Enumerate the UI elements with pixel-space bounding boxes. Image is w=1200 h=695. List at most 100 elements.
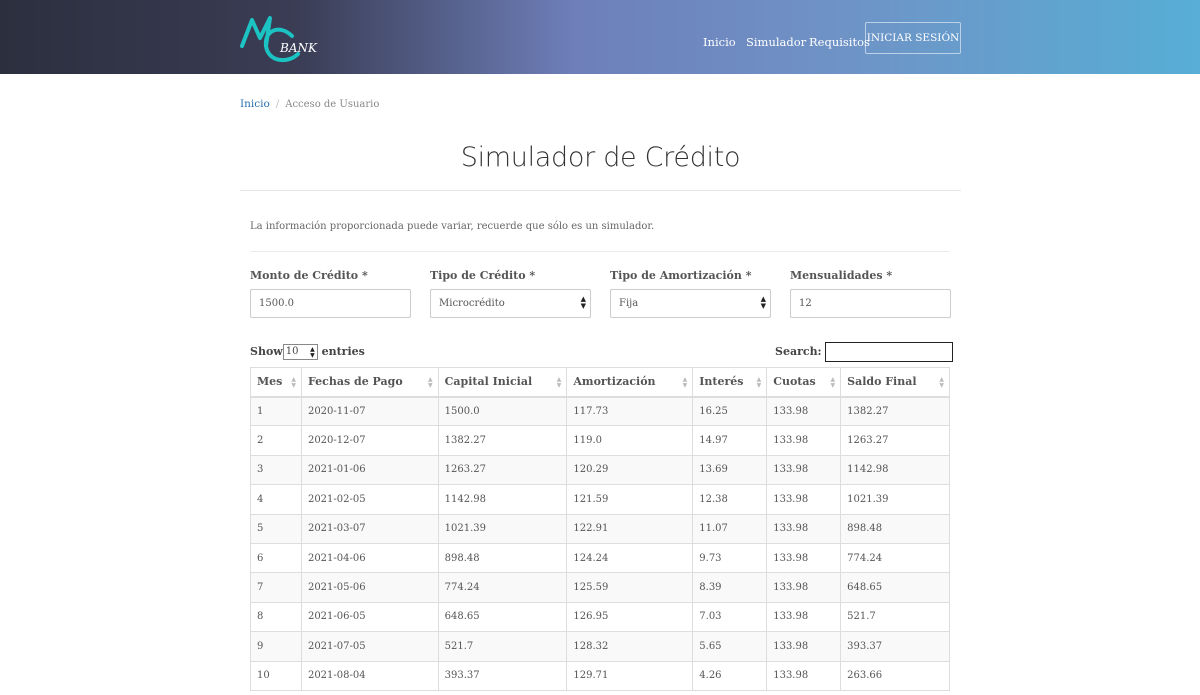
tipo-amortizacion-field: Tipo de Amortización * Fija ▲ ▼ (610, 269, 771, 318)
column-header-cuotas[interactable]: Cuotas ▲ ▼ (766, 367, 842, 398)
tipo-credito-select[interactable]: Microcrédito ▲ ▼ (430, 289, 591, 318)
breadcrumb-home[interactable]: Inicio (240, 98, 270, 110)
monto-input[interactable]: 1500.0 (250, 289, 411, 318)
column-header-capital[interactable]: Capital Inicial ▲ ▼ (437, 367, 568, 398)
table-cell: 10 (250, 660, 302, 691)
nav-requisitos[interactable]: Requisitos (809, 22, 870, 54)
column-header-label: Interés (699, 375, 744, 389)
table-row: 6 2021-04-06 898.48 124.24 9.73 133.98 774.24 (250, 542, 950, 574)
column-header-saldo[interactable]: Saldo Final ▲ ▼ (840, 367, 950, 398)
table-cell: 2020-12-07 (300, 425, 439, 456)
table-row: 4 2021-02-05 1142.98 121.59 12.38 133.98 1021.… (250, 484, 950, 515)
table-cell: 1142.98 (437, 484, 568, 515)
table-cell: 898.48 (840, 513, 950, 544)
amortization-table: Mes ▲ ▼ Fechas de Pago ▲ ▼ Capital Inicial ▲ ▼… (250, 367, 950, 691)
table-cell: 2020-11-07 (300, 395, 439, 427)
table-row: 10 2021-08-04 393.37 129.71 4.26 133.98 263.66 (250, 660, 950, 691)
breadcrumb: Inicio / Acceso de Usuario (240, 98, 379, 110)
search-input[interactable] (824, 342, 953, 362)
mensualidades-input[interactable]: 12 (790, 289, 951, 318)
table-row: 1 2020-11-07 1500.0 117.73 16.25 133.98 1382.2… (250, 395, 950, 427)
sort-icon: ▲ ▼ (556, 376, 562, 389)
table-cell: 1142.98 (840, 454, 950, 486)
nav-inicio[interactable]: Inicio (703, 22, 736, 54)
table-cell: 12.38 (692, 484, 768, 515)
table-cell: 133.98 (766, 425, 842, 456)
table-cell: 2021-08-04 (300, 660, 439, 691)
search-control: Search: (775, 342, 953, 362)
table-cell: 9 (250, 631, 302, 662)
login-button[interactable]: INICIAR SESIÓN (865, 22, 961, 54)
breadcrumb-separator: / (275, 99, 280, 110)
table-body: 1 2020-11-07 1500.0 117.73 16.25 133.98 1382.2… (250, 395, 950, 691)
table-cell: 4.26 (692, 660, 768, 691)
table-cell: 393.37 (437, 660, 568, 691)
table-cell: 2021-03-07 (300, 513, 439, 544)
column-header-mes[interactable]: Mes ▲ ▼ (250, 367, 302, 398)
table-row: 7 2021-05-06 774.24 125.59 8.39 133.98 648.65 (250, 572, 950, 603)
column-header-fechas[interactable]: Fechas de Pago ▲ ▼ (300, 367, 439, 398)
column-header-label: Capital Inicial (444, 375, 533, 389)
nav-simulador[interactable]: Simulador (746, 22, 806, 54)
table-cell: 7 (250, 572, 302, 603)
monto-field: Monto de Crédito * 1500.0 (250, 269, 411, 318)
table-cell: 8.39 (692, 572, 768, 603)
page-title: Simulador de Crédito (460, 142, 741, 173)
table-cell: 133.98 (766, 601, 842, 633)
table-cell: 5 (250, 513, 302, 544)
table-cell: 393.37 (840, 631, 950, 662)
table-cell: 5.65 (692, 631, 768, 662)
table-header-row: Mes ▲ ▼ Fechas de Pago ▲ ▼ Capital Inicial ▲ ▼… (250, 367, 950, 398)
mensualidades-field: Mensualidades * 12 (790, 269, 951, 318)
table-cell: 133.98 (766, 572, 842, 603)
column-header-label: Saldo Final (847, 375, 917, 389)
tipo-credito-field: Tipo de Crédito * Microcrédito ▲ ▼ (430, 269, 591, 318)
table-cell: 124.24 (566, 542, 694, 574)
table-cell: 11.07 (692, 513, 768, 544)
breadcrumb-current: Acceso de Usuario (285, 99, 380, 110)
column-header-amortizacion[interactable]: Amortización ▲ ▼ (566, 367, 694, 398)
sort-icon: ▲ ▼ (756, 376, 762, 389)
main-nav: Inicio Simulador Requisitos INICIAR SESI… (0, 22, 1200, 54)
table-row: 9 2021-07-05 521.7 128.32 5.65 133.98 393.37 (250, 631, 950, 662)
column-header-label: Fechas de Pago (307, 375, 403, 389)
table-cell: 1263.27 (437, 454, 568, 486)
table-cell: 119.0 (566, 425, 694, 456)
table-cell: 7.03 (692, 601, 768, 633)
table-cell: 13.69 (692, 454, 768, 486)
table-cell: 1 (250, 395, 302, 427)
table-cell: 774.24 (437, 572, 568, 603)
table-cell: 774.24 (840, 542, 950, 574)
sort-icon: ▲ ▼ (291, 376, 296, 389)
column-header-label: Mes (257, 375, 283, 389)
table-cell: 263.66 (840, 660, 950, 691)
table-cell: 4 (250, 484, 302, 515)
select-arrows-icon: ▲ ▼ (580, 295, 586, 310)
entries-value: 10 (285, 346, 299, 357)
sort-icon: ▲ ▼ (830, 376, 836, 389)
select-arrows-icon: ▲ ▼ (760, 295, 766, 310)
table-cell: 1382.27 (437, 425, 568, 456)
tipo-amortizacion-select[interactable]: Fija ▲ ▼ (610, 289, 771, 318)
table-cell: 125.59 (566, 572, 694, 603)
table-cell: 521.7 (840, 601, 950, 633)
table-row: 3 2021-01-06 1263.27 120.29 13.69 133.98 1142.… (250, 454, 950, 486)
table-cell: 133.98 (766, 395, 842, 427)
table-cell: 133.98 (766, 660, 842, 691)
info-divider (250, 251, 950, 252)
column-header-interes[interactable]: Interés ▲ ▼ (692, 367, 768, 398)
table-cell: 2021-04-06 (300, 542, 439, 574)
table-row: 8 2021-06-05 648.65 126.95 7.03 133.98 521.7 (250, 601, 950, 633)
entries-control: Show 10 ▲ ▼ entries (250, 344, 365, 360)
table-cell: 14.97 (692, 425, 768, 456)
top-navbar: BANK Inicio Simulador Requisitos INICIAR… (0, 0, 1200, 74)
entries-select[interactable]: 10 ▲ ▼ (282, 344, 318, 360)
table-cell: 2021-05-06 (300, 572, 439, 603)
column-header-label: Amortización (573, 375, 656, 389)
tipo-amortizacion-label: Tipo de Amortización * (610, 269, 752, 282)
mensualidades-label: Mensualidades * (790, 269, 893, 282)
select-arrows-icon: ▲ ▼ (310, 346, 315, 359)
table-row: 5 2021-03-07 1021.39 122.91 11.07 133.98 898.4… (250, 513, 950, 544)
monto-label: Monto de Crédito * (250, 269, 368, 282)
table-cell: 648.65 (437, 601, 568, 633)
